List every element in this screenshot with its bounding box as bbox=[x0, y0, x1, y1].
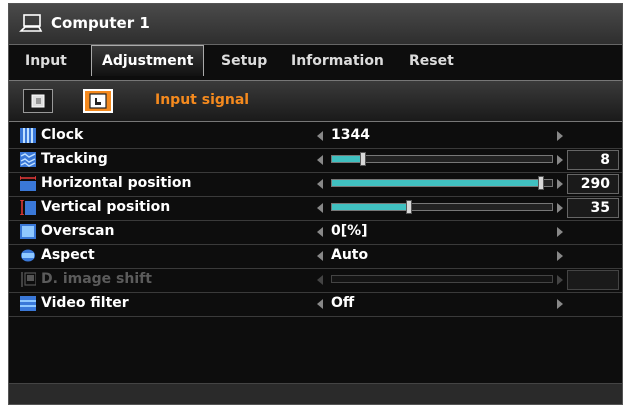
increase-arrow-icon[interactable] bbox=[557, 227, 563, 237]
title-bar: Computer 1 bbox=[9, 4, 622, 45]
tab-adjustment[interactable]: Adjustment bbox=[91, 45, 205, 76]
setting-label: Vertical position bbox=[41, 199, 171, 215]
setting-horizontal-position[interactable]: Horizontal position 290 bbox=[9, 172, 622, 197]
decrease-arrow-icon[interactable] bbox=[317, 203, 323, 213]
tab-setup[interactable]: Setup bbox=[221, 49, 267, 73]
decrease-arrow-icon[interactable] bbox=[317, 227, 323, 237]
increase-arrow-icon[interactable] bbox=[557, 299, 563, 309]
setting-video-filter[interactable]: Video filter Off bbox=[9, 292, 622, 317]
decrease-arrow-icon[interactable] bbox=[317, 155, 323, 165]
setting-image-shift: D. image shift bbox=[9, 268, 622, 293]
setting-value: 8 bbox=[567, 150, 619, 170]
slider-fill bbox=[332, 156, 363, 162]
setting-value: Auto bbox=[331, 247, 369, 263]
adjust-hand-icon bbox=[89, 93, 107, 109]
aspect-icon bbox=[21, 249, 35, 262]
window-title: Computer 1 bbox=[51, 14, 150, 32]
slider-fill bbox=[332, 204, 409, 210]
overscan-icon bbox=[20, 224, 36, 239]
vertical-position-icon bbox=[20, 200, 36, 215]
setting-value: 35 bbox=[567, 198, 619, 218]
image-icon bbox=[31, 94, 45, 108]
decrease-arrow-icon[interactable] bbox=[317, 251, 323, 261]
subpage-button-1[interactable] bbox=[23, 89, 53, 113]
tab-reset[interactable]: Reset bbox=[409, 49, 454, 73]
video-filter-icon bbox=[20, 296, 36, 311]
decrease-arrow-icon[interactable] bbox=[317, 179, 323, 189]
setting-clock[interactable]: Clock 1344 bbox=[9, 124, 622, 149]
image-shift-slider bbox=[331, 275, 553, 283]
decrease-arrow-icon[interactable] bbox=[317, 299, 323, 309]
slider-thumb[interactable] bbox=[360, 152, 366, 166]
sub-menu-bar: Input signal bbox=[9, 80, 622, 122]
clock-icon bbox=[20, 128, 36, 143]
slider-thumb[interactable] bbox=[406, 200, 412, 214]
tab-bar: Input Adjustment Setup Information Reset bbox=[9, 45, 622, 77]
decrease-arrow-icon bbox=[317, 275, 323, 285]
setting-label: Aspect bbox=[41, 247, 95, 263]
setting-value bbox=[567, 270, 619, 290]
increase-arrow-icon bbox=[557, 275, 563, 285]
setting-label: Tracking bbox=[41, 151, 108, 167]
setting-tracking[interactable]: Tracking 8 bbox=[9, 148, 622, 173]
tracking-slider[interactable] bbox=[331, 152, 553, 166]
sub-menu-title: Input signal bbox=[155, 92, 250, 108]
setting-aspect[interactable]: Aspect Auto bbox=[9, 244, 622, 269]
horizontal-position-slider[interactable] bbox=[331, 176, 553, 190]
setting-value: 290 bbox=[567, 174, 619, 194]
increase-arrow-icon[interactable] bbox=[557, 203, 563, 213]
increase-arrow-icon[interactable] bbox=[557, 251, 563, 261]
setting-overscan[interactable]: Overscan 0[%] bbox=[9, 220, 622, 245]
setting-value: 0[%] bbox=[331, 223, 368, 239]
osd-menu: Computer 1 Input Adjustment Setup Inform… bbox=[8, 3, 623, 405]
tracking-icon bbox=[20, 152, 36, 167]
setting-value: Off bbox=[331, 295, 355, 311]
increase-arrow-icon[interactable] bbox=[557, 155, 563, 165]
input-signal-button[interactable] bbox=[83, 89, 113, 113]
decrease-arrow-icon[interactable] bbox=[317, 131, 323, 141]
increase-arrow-icon[interactable] bbox=[557, 179, 563, 189]
tab-information[interactable]: Information bbox=[291, 49, 384, 73]
setting-label: Clock bbox=[41, 127, 84, 143]
setting-label: Video filter bbox=[41, 295, 129, 311]
vertical-position-slider[interactable] bbox=[331, 200, 553, 214]
image-shift-icon bbox=[21, 272, 36, 287]
computer-icon bbox=[19, 14, 43, 32]
setting-value: 1344 bbox=[331, 127, 370, 143]
status-bar bbox=[9, 383, 622, 404]
setting-label: Overscan bbox=[41, 223, 115, 239]
slider-thumb[interactable] bbox=[538, 176, 544, 190]
setting-vertical-position[interactable]: Vertical position 35 bbox=[9, 196, 622, 221]
tab-input[interactable]: Input bbox=[25, 49, 67, 73]
setting-label: D. image shift bbox=[41, 271, 152, 287]
slider-fill bbox=[332, 180, 541, 186]
horizontal-position-icon bbox=[20, 176, 36, 191]
setting-label: Horizontal position bbox=[41, 175, 192, 191]
increase-arrow-icon[interactable] bbox=[557, 131, 563, 141]
